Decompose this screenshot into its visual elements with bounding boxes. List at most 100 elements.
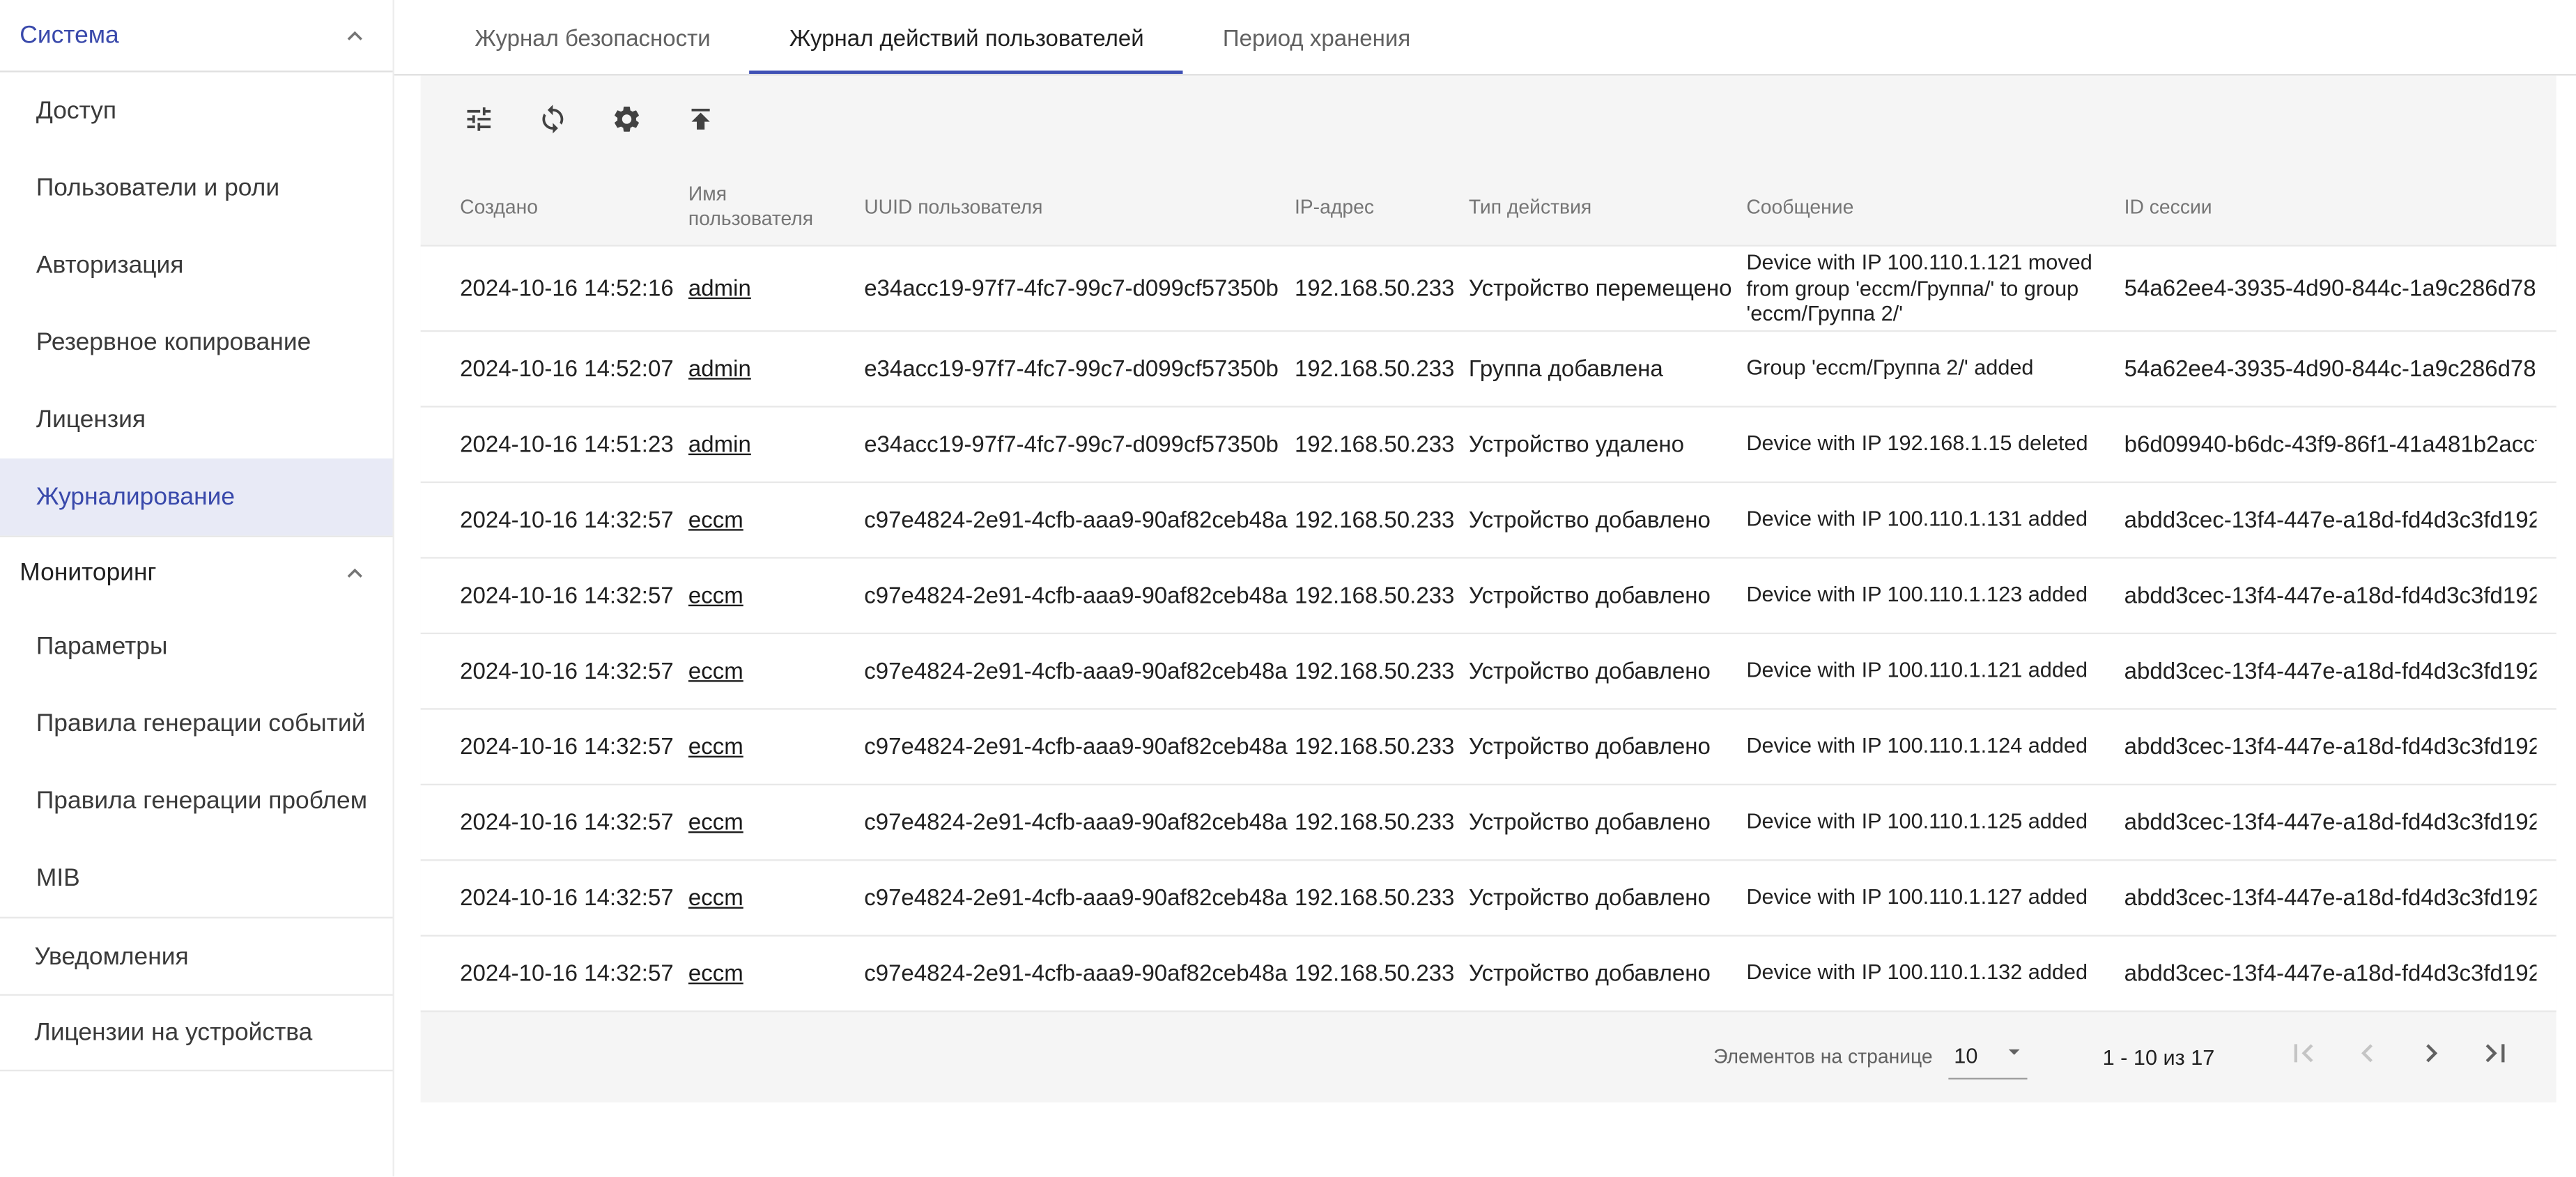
refresh-button[interactable] xyxy=(532,102,572,142)
last-page-icon xyxy=(2476,1035,2513,1079)
sidebar: Система Доступ Пользователи и роли Автор… xyxy=(0,0,394,1176)
tabs-bar: Журнал безопасности Журнал действий поль… xyxy=(394,0,2576,75)
tab-security-log[interactable]: Журнал безопасности xyxy=(435,0,750,74)
cell-ip: 192.168.50.233 xyxy=(1295,960,1469,987)
previous-page-button[interactable] xyxy=(2334,1025,2398,1089)
settings-button[interactable] xyxy=(606,102,646,142)
cell-message: Device with IP 100.110.1.131 added xyxy=(1746,507,2124,532)
table-row: 2024-10-16 14:32:57 eccm c97e4824-2e91-4… xyxy=(421,709,2556,785)
cell-username: admin xyxy=(688,355,864,382)
sidebar-item-notifications[interactable]: Уведомления xyxy=(0,917,393,994)
table-row: 2024-10-16 14:32:57 eccm c97e4824-2e91-4… xyxy=(421,634,2556,709)
column-header-username: Имя пользователя xyxy=(688,183,864,232)
cell-created: 2024-10-16 14:51:23 xyxy=(460,431,688,457)
user-link[interactable]: eccm xyxy=(688,507,743,533)
cell-session-id: 54a62ee4-3935-4d90-844c-1a9c286d7873 xyxy=(2124,275,2537,302)
page-size-select[interactable]: 10 xyxy=(1949,1034,2027,1080)
cell-username: eccm xyxy=(688,809,864,836)
next-page-button[interactable] xyxy=(2398,1025,2462,1089)
items-per-page-label: Элементов на странице xyxy=(1713,1045,1933,1068)
user-link[interactable]: eccm xyxy=(688,809,743,836)
cell-message: Device with IP 192.168.1.15 deleted xyxy=(1746,431,2124,457)
table-header: Создано Имя пользователя UUID пользовате… xyxy=(421,169,2556,245)
column-header-message: Сообщение xyxy=(1746,194,2124,219)
cell-user-uuid: c97e4824-2e91-4cfb-aaa9-90af82ceb48a xyxy=(864,658,1295,684)
export-button[interactable] xyxy=(680,102,720,142)
sidebar-item-parameters[interactable]: Параметры xyxy=(0,608,393,685)
column-header-session-id: ID сессии xyxy=(2124,194,2537,219)
cell-action-type: Устройство удалено xyxy=(1469,431,1746,457)
cell-created: 2024-10-16 14:32:57 xyxy=(460,733,688,760)
arrow-drop-down-icon xyxy=(2000,1039,2027,1074)
cell-session-id: abdd3cec-13f4-447e-a18d-fd4d3c3fd192 xyxy=(2124,809,2537,836)
sidebar-item-license[interactable]: Лицензия xyxy=(0,381,393,459)
sidebar-item-event-generation-rules[interactable]: Правила генерации событий xyxy=(0,685,393,762)
sidebar-item-backup[interactable]: Резервное копирование xyxy=(0,304,393,381)
cell-message: Device with IP 100.110.1.123 added xyxy=(1746,583,2124,608)
cell-user-uuid: e34acc19-97f7-4fc7-99c7-d099cf57350b xyxy=(864,431,1295,457)
user-link[interactable]: eccm xyxy=(688,960,743,987)
sidebar-item-problem-generation-rules[interactable]: Правила генерации проблем xyxy=(0,762,393,840)
sidebar-item-mib[interactable]: MIB xyxy=(0,840,393,917)
sidebar-item-logging[interactable]: Журналирование xyxy=(0,459,393,536)
cell-message: Group 'eccm/Группа 2/' added xyxy=(1746,355,2124,381)
cell-username: eccm xyxy=(688,960,864,987)
cell-message: Device with IP 100.110.1.124 added xyxy=(1746,734,2124,760)
column-header-action-type: Тип действия xyxy=(1469,194,1746,219)
cell-action-type: Устройство добавлено xyxy=(1469,582,1746,608)
user-link[interactable]: admin xyxy=(688,431,751,457)
cell-session-id: b6d09940-b6dc-43f9-86f1-41a481b2accf xyxy=(2124,431,2537,457)
table-row: 2024-10-16 14:51:23 admin e34acc19-97f7-… xyxy=(421,407,2556,482)
cell-ip: 192.168.50.233 xyxy=(1295,658,1469,684)
cell-user-uuid: c97e4824-2e91-4cfb-aaa9-90af82ceb48a xyxy=(864,884,1295,911)
cell-ip: 192.168.50.233 xyxy=(1295,884,1469,911)
app-window: Система Доступ Пользователи и роли Автор… xyxy=(0,0,2576,1176)
cell-message: Device with IP 100.110.1.125 added xyxy=(1746,809,2124,835)
sidebar-item-access[interactable]: Доступ xyxy=(0,72,393,150)
chevron-left-icon xyxy=(2348,1035,2384,1079)
page-size-value: 10 xyxy=(1954,1044,1977,1068)
tab-user-actions-log[interactable]: Журнал действий пользователей xyxy=(750,0,1183,74)
sidebar-item-authorization[interactable]: Авторизация xyxy=(0,226,393,304)
user-link[interactable]: eccm xyxy=(688,733,743,760)
sidebar-item-users-roles[interactable]: Пользователи и роли xyxy=(0,150,393,227)
sidebar-section-system-label: Система xyxy=(20,22,118,49)
cell-action-type: Группа добавлена xyxy=(1469,355,1746,382)
table-row: 2024-10-16 14:52:07 admin e34acc19-97f7-… xyxy=(421,332,2556,407)
cell-message: Device with IP 100.110.1.127 added xyxy=(1746,885,2124,911)
sidebar-section-monitoring[interactable]: Мониторинг xyxy=(0,536,393,608)
cell-username: eccm xyxy=(688,733,864,760)
cell-created: 2024-10-16 14:32:57 xyxy=(460,960,688,987)
cell-user-uuid: c97e4824-2e91-4cfb-aaa9-90af82ceb48a xyxy=(864,809,1295,836)
user-link[interactable]: admin xyxy=(688,355,751,382)
cell-action-type: Устройство добавлено xyxy=(1469,733,1746,760)
user-link[interactable]: eccm xyxy=(688,582,743,608)
sidebar-section-system[interactable]: Система xyxy=(0,0,393,72)
page-range-label: 1 - 10 из 17 xyxy=(2103,1045,2215,1069)
cell-created: 2024-10-16 14:32:57 xyxy=(460,809,688,836)
cell-session-id: abdd3cec-13f4-447e-a18d-fd4d3c3fd192 xyxy=(2124,507,2537,533)
cell-ip: 192.168.50.233 xyxy=(1295,355,1469,382)
cell-action-type: Устройство добавлено xyxy=(1469,809,1746,836)
cell-ip: 192.168.50.233 xyxy=(1295,507,1469,533)
tab-retention-period[interactable]: Период хранения xyxy=(1183,0,1449,74)
chevron-right-icon xyxy=(2412,1035,2448,1079)
refresh-icon xyxy=(537,102,568,142)
cell-message: Device with IP 100.110.1.121 moved from … xyxy=(1746,249,2124,326)
user-link[interactable]: eccm xyxy=(688,658,743,684)
filter-button[interactable] xyxy=(458,102,498,142)
column-header-ip: IP-адрес xyxy=(1295,194,1469,219)
table-body: 2024-10-16 14:52:16 admin e34acc19-97f7-… xyxy=(421,245,2556,1012)
sidebar-item-device-licenses[interactable]: Лицензии на устройства xyxy=(0,994,393,1071)
user-link[interactable]: admin xyxy=(688,275,751,302)
last-page-button[interactable] xyxy=(2462,1025,2527,1089)
log-panel: Создано Имя пользователя UUID пользовате… xyxy=(421,75,2556,1102)
cell-session-id: abdd3cec-13f4-447e-a18d-fd4d3c3fd192 xyxy=(2124,582,2537,608)
user-link[interactable]: eccm xyxy=(688,884,743,911)
cell-ip: 192.168.50.233 xyxy=(1295,431,1469,457)
cell-user-uuid: e34acc19-97f7-4fc7-99c7-d099cf57350b xyxy=(864,275,1295,302)
content-filler xyxy=(394,1102,2576,1177)
first-page-button[interactable] xyxy=(2270,1025,2334,1089)
cell-session-id: abdd3cec-13f4-447e-a18d-fd4d3c3fd192 xyxy=(2124,733,2537,760)
cell-user-uuid: c97e4824-2e91-4cfb-aaa9-90af82ceb48a xyxy=(864,507,1295,533)
